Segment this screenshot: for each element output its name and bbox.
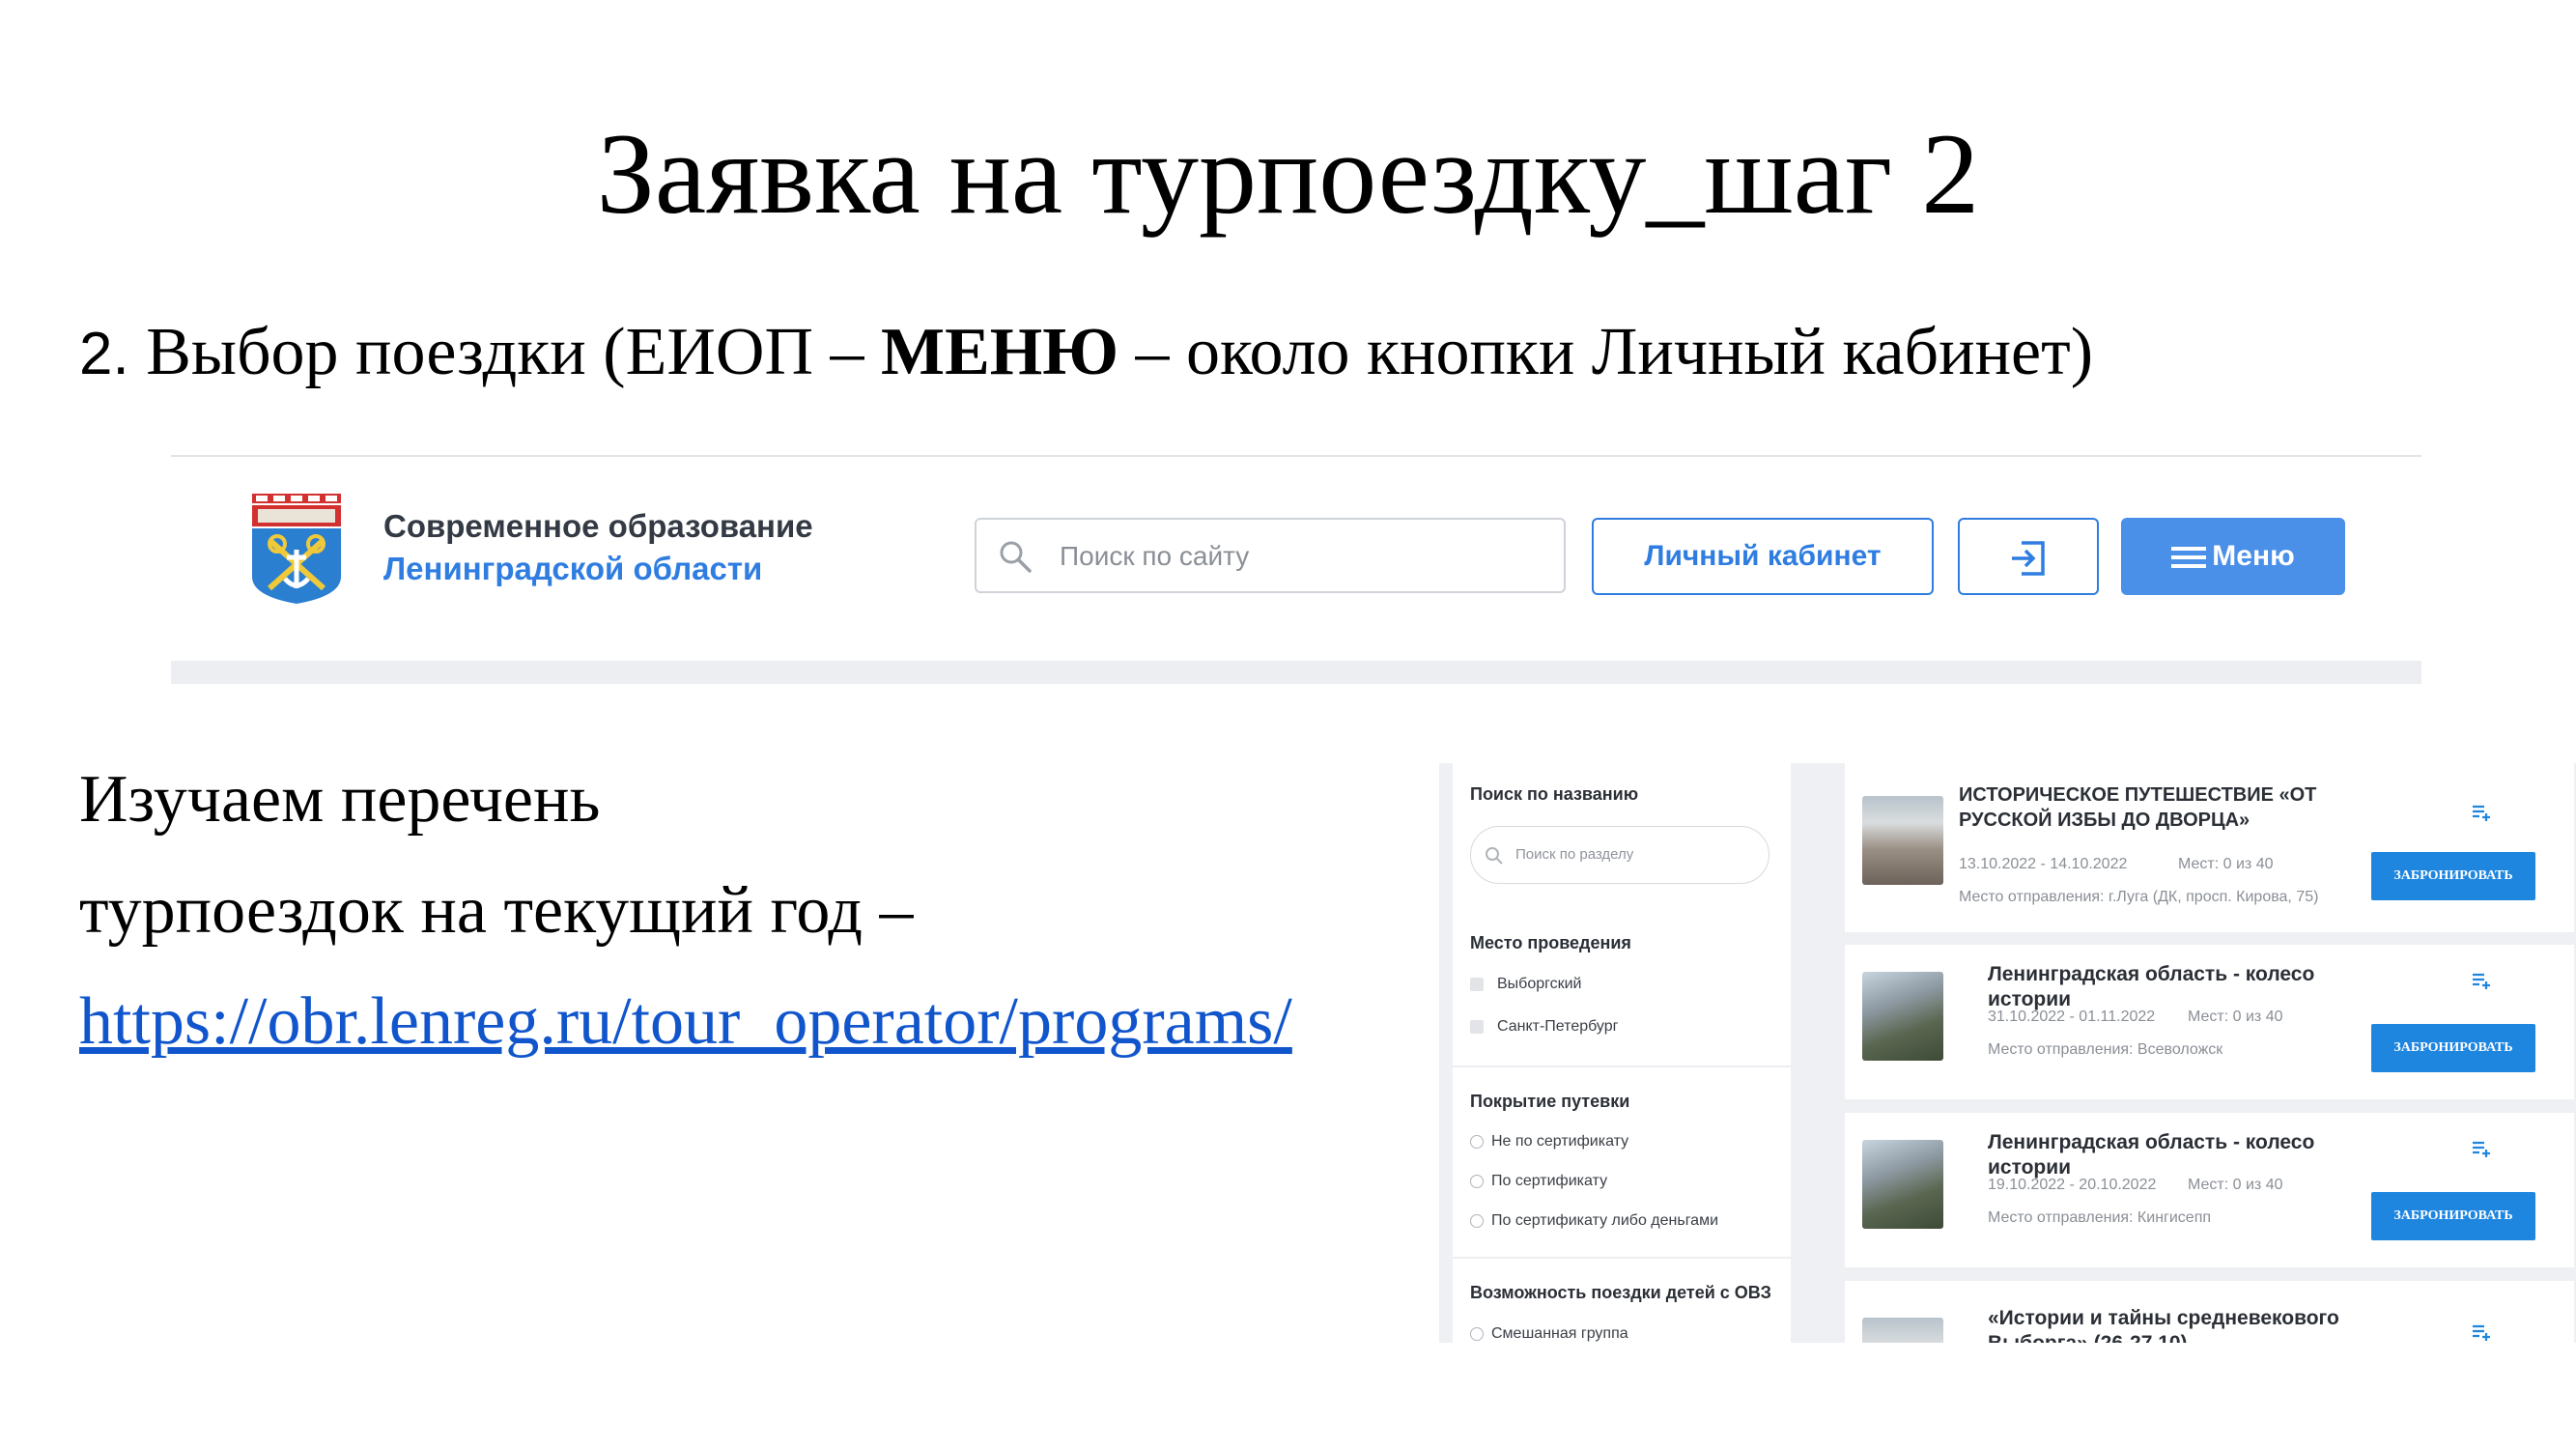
filters-panel: Поиск по названию Поиск по разделу Место… — [1453, 763, 1791, 1343]
site-header-screenshot: Современное образование Ленинградской об… — [171, 455, 2421, 684]
filter-coverage-title: Покрытие путевки — [1470, 1092, 1630, 1111]
option-label: Смешанная группа — [1491, 1325, 1628, 1342]
trip-card[interactable]: Ленинградская область - колесо истории 3… — [1845, 945, 2574, 1099]
site-name[interactable]: Современное образование Ленинградской об… — [383, 505, 813, 590]
personal-cabinet-button[interactable]: Личный кабинет — [1592, 518, 1934, 595]
body-line-2: турпоездок на текущий год – — [79, 873, 914, 948]
filter-search-input[interactable]: Поиск по разделу — [1470, 826, 1769, 884]
option-label: Санкт-Петербург — [1497, 1018, 1619, 1035]
option-label: По сертификату — [1491, 1173, 1608, 1189]
filter-coverage-option[interactable]: По сертификату либо деньгами — [1470, 1212, 1718, 1230]
menu-button[interactable]: Меню — [2121, 518, 2345, 595]
filter-place-option[interactable]: Санкт-Петербург — [1470, 1018, 1618, 1036]
filter-place-title: Место проведения — [1470, 933, 1631, 952]
trip-dates: 31.10.2022 - 01.11.2022 — [1988, 1009, 2156, 1025]
body-text: Изучаем перечень турпоездок на текущий г… — [79, 744, 1292, 1077]
filter-search-placeholder: Поиск по разделу — [1515, 846, 1634, 863]
slide-title: Заявка на турпоездку_шаг 2 — [596, 109, 1980, 238]
site-search-box[interactable] — [975, 518, 1566, 593]
trip-thumbnail — [1862, 796, 1943, 885]
login-icon — [2012, 541, 2045, 576]
body-line-1: Изучаем перечень — [79, 762, 601, 837]
trip-title[interactable]: Ленинградская область - колесо истории — [1988, 1130, 2393, 1180]
trip-departure: Место отправления: г.Луга (ДК, просп. Ки… — [1959, 889, 2319, 905]
trip-seats: Мест: 0 из 40 — [2188, 1009, 2283, 1025]
checkbox[interactable] — [1470, 977, 1484, 991]
site-name-line1: Современное образование — [383, 508, 813, 544]
trip-seats: Мест: 0 из 40 — [2178, 856, 2274, 872]
option-label: Выборгский — [1497, 976, 1582, 992]
trip-seats: Мест: 0 из 40 — [2188, 1177, 2283, 1193]
trip-thumbnail — [1862, 1318, 1943, 1343]
menu-button-label: Меню — [2212, 540, 2295, 572]
slide-subtitle: 2. Выбор поездки (ЕИОП – МЕНЮ – около кн… — [79, 309, 2093, 398]
trip-card[interactable]: «Истории и тайны средневекового Выборга»… — [1845, 1281, 2574, 1343]
filter-place-option[interactable]: Выборгский — [1470, 976, 1582, 993]
trip-departure: Место отправления: Всеволожск — [1988, 1041, 2223, 1058]
trip-title[interactable]: ИСТОРИЧЕСКОЕ ПУТЕШЕСТВИЕ «ОТ РУССКОЙ ИЗБ… — [1959, 782, 2364, 833]
add-to-list-icon[interactable] — [2471, 1321, 2492, 1343]
book-button[interactable]: ЗАБРОНИРОВАТЬ — [2371, 1024, 2535, 1072]
trip-dates: 13.10.2022 - 14.10.2022 — [1959, 856, 2128, 872]
filter-ovz-option[interactable]: Смешанная группа — [1470, 1325, 1628, 1343]
programs-link[interactable]: https://obr.lenreg.ru/tour_operator/prog… — [79, 966, 1292, 1077]
radio[interactable] — [1470, 1134, 1484, 1149]
add-to-list-icon[interactable] — [2471, 802, 2492, 823]
site-name-line2: Ленинградской области — [383, 551, 763, 586]
subtitle-number: 2. — [79, 321, 129, 387]
subtitle-menu-bold: МЕНЮ — [881, 315, 1119, 389]
trip-card[interactable]: ИСТОРИЧЕСКОЕ ПУТЕШЕСТВИЕ «ОТ РУССКОЙ ИЗБ… — [1845, 763, 2574, 932]
option-label: Не по сертификату — [1491, 1133, 1629, 1150]
radio[interactable] — [1470, 1213, 1484, 1228]
filter-ovz-title: Возможность поездки детей с ОВЗ — [1470, 1283, 1771, 1302]
filter-coverage-option[interactable]: По сертификату — [1470, 1173, 1607, 1190]
trip-departure: Место отправления: Кингисепп — [1988, 1209, 2212, 1226]
filter-divider — [1453, 1257, 1791, 1259]
option-label: По сертификату либо деньгами — [1491, 1212, 1719, 1229]
filter-coverage-option[interactable]: Не по сертификату — [1470, 1133, 1628, 1151]
site-search-input[interactable] — [1058, 533, 1544, 580]
trip-title[interactable]: «Истории и тайны средневекового Выборга»… — [1988, 1306, 2393, 1343]
login-button[interactable] — [1958, 518, 2099, 595]
search-icon — [1486, 847, 1503, 865]
checkbox[interactable] — [1470, 1019, 1484, 1034]
filter-search-title: Поиск по названию — [1470, 784, 1639, 804]
header-bottom-bar — [171, 661, 2421, 684]
search-icon — [1000, 541, 1032, 573]
hamburger-icon — [2171, 547, 2207, 569]
add-to-list-icon[interactable] — [2471, 1138, 2492, 1159]
programs-screenshot: Поиск по названию Поиск по разделу Место… — [1439, 763, 2576, 1343]
trip-dates: 19.10.2022 - 20.10.2022 — [1988, 1177, 2157, 1193]
subtitle-text-pre: Выбор поездки (ЕИОП – — [128, 315, 881, 389]
add-to-list-icon[interactable] — [2471, 970, 2492, 991]
trip-thumbnail — [1862, 1140, 1943, 1229]
subtitle-text-post: – около кнопки Личный кабинет) — [1118, 315, 2094, 389]
book-button[interactable]: ЗАБРОНИРОВАТЬ — [2371, 1192, 2535, 1240]
filter-divider — [1453, 1065, 1791, 1067]
coat-of-arms-logo — [252, 494, 341, 604]
trip-thumbnail — [1862, 972, 1943, 1061]
book-button[interactable]: ЗАБРОНИРОВАТЬ — [2371, 852, 2535, 900]
trip-card[interactable]: Ленинградская область - колесо истории 1… — [1845, 1113, 2574, 1267]
radio[interactable] — [1470, 1326, 1484, 1341]
trip-title[interactable]: Ленинградская область - колесо истории — [1988, 962, 2393, 1012]
radio[interactable] — [1470, 1174, 1484, 1188]
